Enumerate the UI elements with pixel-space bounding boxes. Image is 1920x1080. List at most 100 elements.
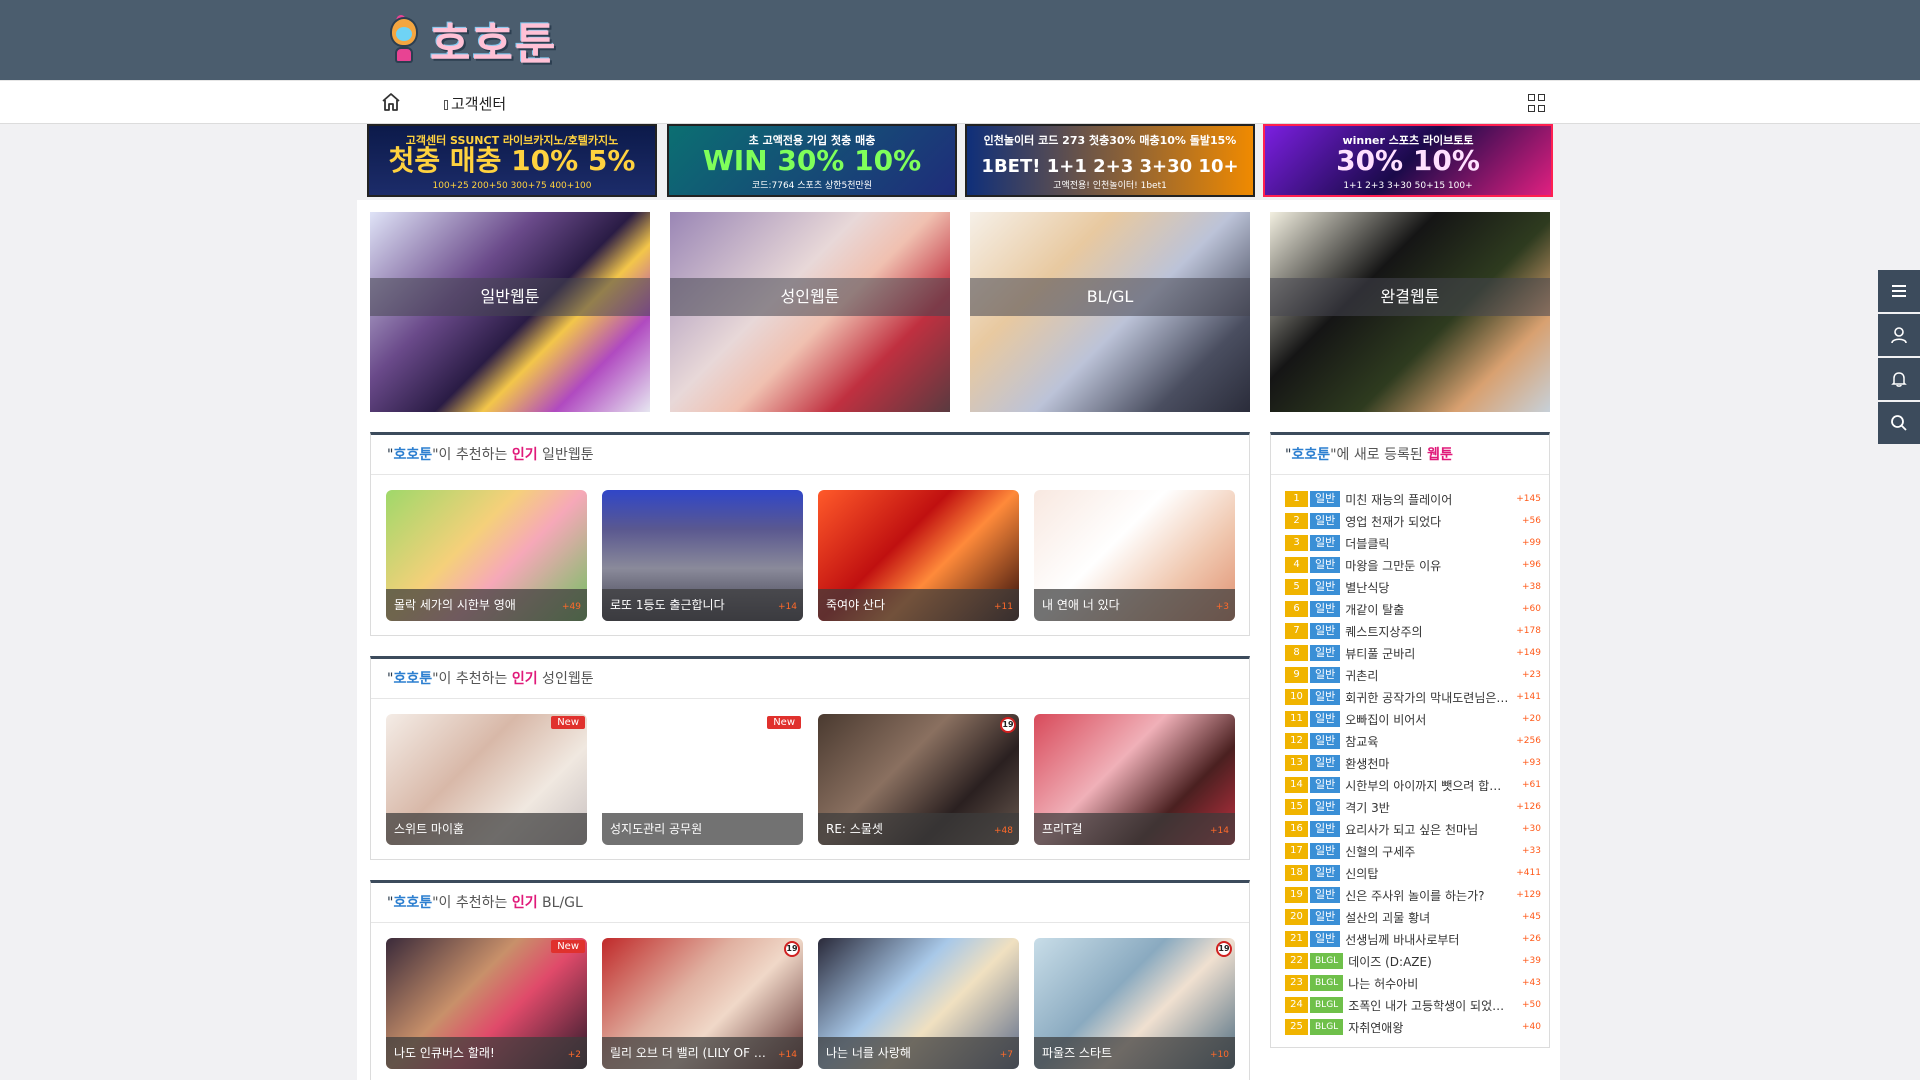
bell-icon[interactable] <box>1878 358 1920 400</box>
webtoon-card[interactable]: 로또 1등도 출근합니다 +14 <box>602 490 803 621</box>
list-item[interactable]: 17 일반 신혈의 구세주 +33 <box>1285 840 1541 862</box>
list-item[interactable]: 14 일반 시한부의 아이까지 뺏으려 합니다 +61 <box>1285 774 1541 796</box>
list-item[interactable]: 8 일반 뷰티풀 군바리 +149 <box>1285 642 1541 664</box>
list-item[interactable]: 18 일반 신의탑 +411 <box>1285 862 1541 884</box>
list-item[interactable]: 23 BLGL 나는 허수아비 +43 <box>1285 972 1541 994</box>
side-floating-menu <box>1878 270 1920 446</box>
card-title: 내 연애 너 있다 <box>1034 589 1235 621</box>
list-item[interactable]: 15 일반 격기 3반 +126 <box>1285 796 1541 818</box>
genre-tag: 일반 <box>1310 799 1341 815</box>
item-title: 시한부의 아이까지 뺏으려 합니다 <box>1345 778 1511 793</box>
list-item[interactable]: 5 일반 별난식당 +38 <box>1285 576 1541 598</box>
list-item[interactable]: 22 BLGL 데이즈 (D:AZE) +39 <box>1285 950 1541 972</box>
item-title: 오빠집이 비어서 <box>1345 712 1427 727</box>
banner-line: 고액전용! 인천놀이터! 1bet1 <box>1053 181 1167 191</box>
item-count: +38 <box>1522 582 1541 592</box>
list-item[interactable]: 13 일반 환생천마 +93 <box>1285 752 1541 774</box>
ad-banner[interactable]: 인천놀이터 코드 273 첫충30% 매충10% 돌발15% 1BET! 1+1… <box>965 124 1255 197</box>
card-count: +7 <box>999 1050 1013 1060</box>
list-item[interactable]: 10일반 회귀한 공작가의 막내도련님은 암살자 +141 <box>1285 686 1541 708</box>
webtoon-card[interactable]: 죽여야 산다 +11 <box>818 490 1019 621</box>
list-item[interactable]: 12 일반 참교육 +256 <box>1285 730 1541 752</box>
list-item[interactable]: 25 BLGL 자취연애왕 +40 <box>1285 1016 1541 1038</box>
item-title: 별난식당 <box>1345 580 1390 595</box>
card-count: +48 <box>994 826 1013 836</box>
webtoon-card[interactable]: New 스위트 마이홈 <box>386 714 587 845</box>
webtoon-card[interactable]: 나는 너를 사랑해 +7 <box>818 938 1019 1069</box>
link-icon <box>444 99 448 110</box>
genre-tag: 일반 <box>1310 865 1341 881</box>
item-count: +33 <box>1522 846 1541 856</box>
genre-tag: 일반 <box>1310 601 1341 617</box>
home-icon[interactable] <box>380 91 402 113</box>
item-title: 격기 3반 <box>1345 800 1390 815</box>
banner-line: 1+1 2+3 3+30 50+15 100+ <box>1343 181 1473 191</box>
user-icon[interactable] <box>1878 314 1920 356</box>
webtoon-card[interactable]: New 성지도관리 공무원 <box>602 714 803 845</box>
rank-number: 18 <box>1285 865 1308 881</box>
list-item[interactable]: 9 일반 귀촌리 +23 <box>1285 664 1541 686</box>
item-count: +99 <box>1522 538 1541 548</box>
genre-tag: 일반 <box>1310 777 1341 793</box>
search-icon[interactable] <box>1878 402 1920 444</box>
rank-number: 5 <box>1285 579 1308 595</box>
genre-tag: 일반 <box>1310 887 1341 903</box>
genre-tag: 일반 <box>1310 667 1341 683</box>
new-badge: New <box>767 716 801 729</box>
webtoon-card[interactable]: 19 RE: 스물셋 +48 <box>818 714 1019 845</box>
list-item[interactable]: 3 일반 더블클릭 +99 <box>1285 532 1541 554</box>
list-item[interactable]: 20 일반 설산의 괴물 황녀 +45 <box>1285 906 1541 928</box>
list-item[interactable]: 4 일반 마왕을 그만둔 이유 +96 <box>1285 554 1541 576</box>
list-items: 1 일반 미친 재능의 플레이어 +145 2 일반 영업 천재가 되었다 +56 3 일반 더블클… <box>1285 488 1541 1038</box>
rank-number: 1 <box>1285 491 1308 507</box>
list-item[interactable]: 16 일반 요리사가 되고 싶은 천마님 +30 <box>1285 818 1541 840</box>
list-item[interactable]: 19 일반 신은 주사위 놀이를 하는가? +129 <box>1285 884 1541 906</box>
item-count: +23 <box>1522 670 1541 680</box>
list-item[interactable]: 1 일반 미친 재능의 플레이어 +145 <box>1285 488 1541 510</box>
menu-icon[interactable] <box>1878 270 1920 312</box>
ad-banner[interactable]: 초 고액전용 가입 첫충 매충 WIN 30% 10% 코드:7764 스포츠 … <box>667 124 957 197</box>
card-title: 나도 인큐버스 할래! <box>386 1037 587 1069</box>
genre-tag: 일반 <box>1310 645 1341 661</box>
item-title: 더블클릭 <box>1345 536 1390 551</box>
webtoon-card[interactable]: 19 파울즈 스타트 +10 <box>1034 938 1235 1069</box>
rank-number: 10 <box>1285 689 1308 705</box>
list-item[interactable]: 24 BLGL 조폭인 내가 고등학생이 되었습니다 +50 <box>1285 994 1541 1016</box>
item-count: +149 <box>1516 648 1541 658</box>
site-logo[interactable]: 호호툰 <box>386 14 557 70</box>
customer-center-link[interactable]: 고객센터 <box>444 93 506 114</box>
ad-banner[interactable]: 고객센터 SSUNCT 라이브카지노/호텔카지노 첫충 매충 10% 5% 10… <box>367 124 657 197</box>
category-blgl[interactable]: BL/GL <box>970 212 1250 412</box>
category-completed[interactable]: 완결웹툰 <box>1270 212 1550 412</box>
top-header: 호호툰 <box>0 0 1920 80</box>
list-item[interactable]: 11 일반 오빠집이 비어서 +20 <box>1285 708 1541 730</box>
card-title: 로또 1등도 출근합니다 <box>602 589 803 621</box>
ad-banner[interactable]: winner 스포츠 라이브토토 30% 10% 1+1 2+3 3+30 50… <box>1263 124 1553 197</box>
genre-tag: BLGL <box>1310 953 1344 969</box>
genre-tag: 일반 <box>1310 931 1341 947</box>
category-adult[interactable]: 성인웹툰 <box>670 212 950 412</box>
card-count: +3 <box>1215 602 1229 612</box>
customer-center-label: 고객센터 <box>451 95 507 113</box>
webtoon-card[interactable]: 몰락 세가의 시한부 영애 +49 <box>386 490 587 621</box>
item-count: +26 <box>1522 934 1541 944</box>
list-item[interactable]: 7 일반 퀘스트지상주의 +178 <box>1285 620 1541 642</box>
grid-icon[interactable] <box>1528 94 1546 112</box>
item-title: 나는 허수아비 <box>1348 976 1419 991</box>
webtoon-card[interactable]: New 나도 인큐버스 할래! +2 <box>386 938 587 1069</box>
genre-tag: 일반 <box>1310 733 1341 749</box>
category-general[interactable]: 일반웹툰 <box>370 212 650 412</box>
header-menu-icon[interactable] <box>1528 32 1536 44</box>
webtoon-card[interactable]: 19 릴리 오브 더 밸리 (LILY OF THE VALLEY) +14 <box>602 938 803 1069</box>
list-item[interactable]: 21 일반 선생님께 바내사로부터 +26 <box>1285 928 1541 950</box>
list-item[interactable]: 2 일반 영업 천재가 되었다 +56 <box>1285 510 1541 532</box>
webtoon-card[interactable]: 프리T걸 +14 <box>1034 714 1235 845</box>
card-title: 파울즈 스타트 <box>1034 1037 1235 1069</box>
card-count: +11 <box>994 602 1013 612</box>
item-title: 선생님께 바내사로부터 <box>1345 932 1460 947</box>
webtoon-card[interactable]: 내 연애 너 있다 +3 <box>1034 490 1235 621</box>
list-item[interactable]: 6 일반 개같이 탈출 +60 <box>1285 598 1541 620</box>
section-title: "호호툰"이 추천하는 인기 일반웹툰 <box>371 435 1249 475</box>
item-count: +256 <box>1516 736 1541 746</box>
rank-number: 4 <box>1285 557 1308 573</box>
